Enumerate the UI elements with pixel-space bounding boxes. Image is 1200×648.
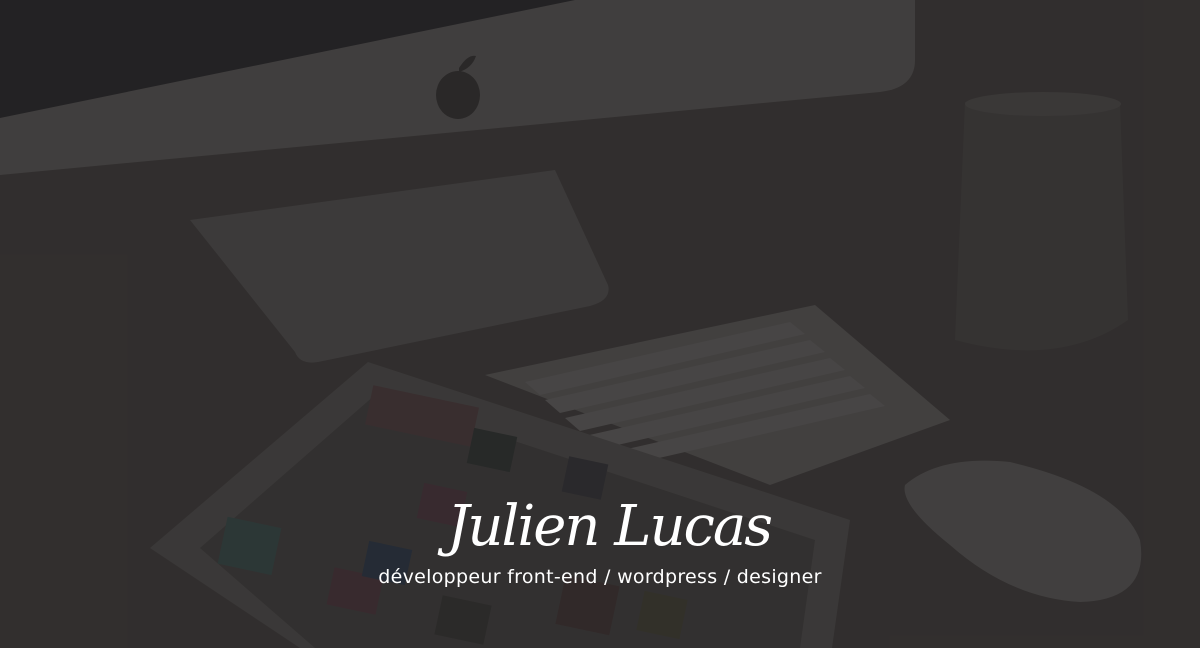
site-branding: Julien Lucas développeur front-end / wor…	[0, 492, 1200, 590]
site-tagline: développeur front-end / wordpress / desi…	[378, 566, 822, 588]
site-title[interactable]: Julien Lucas	[18, 492, 1200, 562]
hero-banner: Julien Lucas développeur front-end / wor…	[0, 0, 1200, 648]
